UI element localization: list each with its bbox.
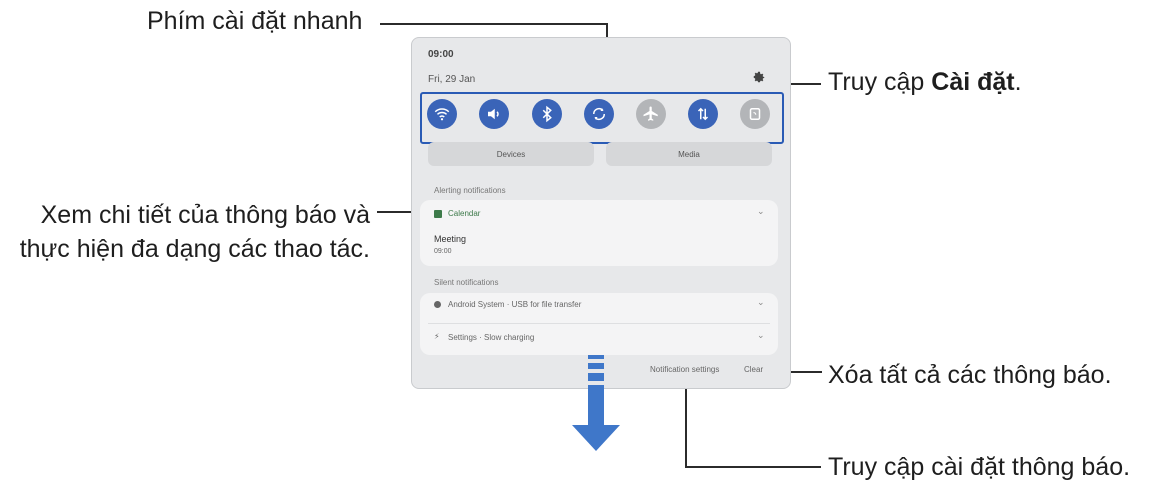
auto-rotate-icon[interactable]: [584, 99, 614, 129]
sound-icon[interactable]: [479, 99, 509, 129]
meeting-time: 09:00: [434, 248, 452, 255]
swipe-arrow-segment: [588, 355, 604, 359]
silent-notifications-card: Android System · USB for file transfer ⌄…: [420, 293, 778, 355]
callout-notification-settings: Truy cập cài đặt thông báo.: [828, 453, 1131, 481]
callout-notification-detail-line1: Xem chi tiết của thông báo và: [40, 201, 370, 229]
android-system-text[interactable]: Android System · USB for file transfer: [448, 300, 581, 309]
row-divider: [428, 323, 770, 324]
meeting-title: Meeting: [434, 234, 467, 244]
chevron-down-icon[interactable]: ⌄: [757, 330, 765, 341]
notification-panel: 09:00 Fri, 29 Jan Devices Media Alerting…: [411, 37, 791, 389]
media-button[interactable]: Media: [606, 142, 772, 166]
gear-icon[interactable]: [752, 70, 766, 84]
android-system-icon: [434, 301, 441, 308]
chevron-down-icon[interactable]: ⌄: [757, 297, 765, 308]
mobile-data-icon[interactable]: [688, 99, 718, 129]
wifi-icon[interactable]: [427, 99, 457, 129]
charging-icon: ⚡: [434, 332, 440, 341]
status-date: Fri, 29 Jan: [428, 74, 476, 85]
nfc-icon[interactable]: [740, 99, 770, 129]
chevron-down-icon[interactable]: ⌄: [757, 206, 765, 217]
swipe-arrow-shaft: [588, 385, 604, 425]
callout-quick-settings: Phím cài đặt nhanh: [147, 7, 363, 35]
callout-settings-prefix: Truy cập: [828, 68, 932, 96]
swipe-arrow-segment: [588, 363, 604, 369]
notification-settings-button[interactable]: Notification settings: [650, 365, 719, 374]
callout-settings: Truy cập Cài đặt.: [828, 65, 1022, 99]
devices-button[interactable]: Devices: [428, 142, 594, 166]
swipe-arrow-segment: [588, 373, 604, 381]
status-time: 09:00: [428, 49, 454, 60]
callout-clear-all: Xóa tất cả các thông báo.: [828, 361, 1112, 389]
alerting-notifications-header: Alerting notifications: [434, 186, 506, 195]
callout-notification-detail-line2: thực hiện đa dạng các thao tác.: [19, 235, 370, 263]
silent-notifications-header: Silent notifications: [434, 278, 499, 287]
swipe-down-arrow-icon: [572, 425, 620, 451]
settings-notification-text[interactable]: Settings · Slow charging: [448, 333, 534, 342]
callout-notification-detail: Xem chi tiết của thông báo và thực hiện …: [8, 198, 370, 266]
callout-settings-suffix: .: [1014, 68, 1022, 96]
airplane-icon[interactable]: [636, 99, 666, 129]
bluetooth-icon[interactable]: [532, 99, 562, 129]
calendar-icon: [434, 210, 442, 218]
callout-settings-bold: Cài đặt: [931, 68, 1015, 96]
calendar-notification-card[interactable]: Calendar ⌄ Meeting 09:00: [420, 200, 778, 266]
leader-line-notification-settings-h: [685, 466, 821, 468]
leader-line-quick-settings-h: [380, 23, 608, 25]
calendar-app-name: Calendar: [448, 209, 481, 218]
clear-button[interactable]: Clear: [744, 365, 763, 374]
